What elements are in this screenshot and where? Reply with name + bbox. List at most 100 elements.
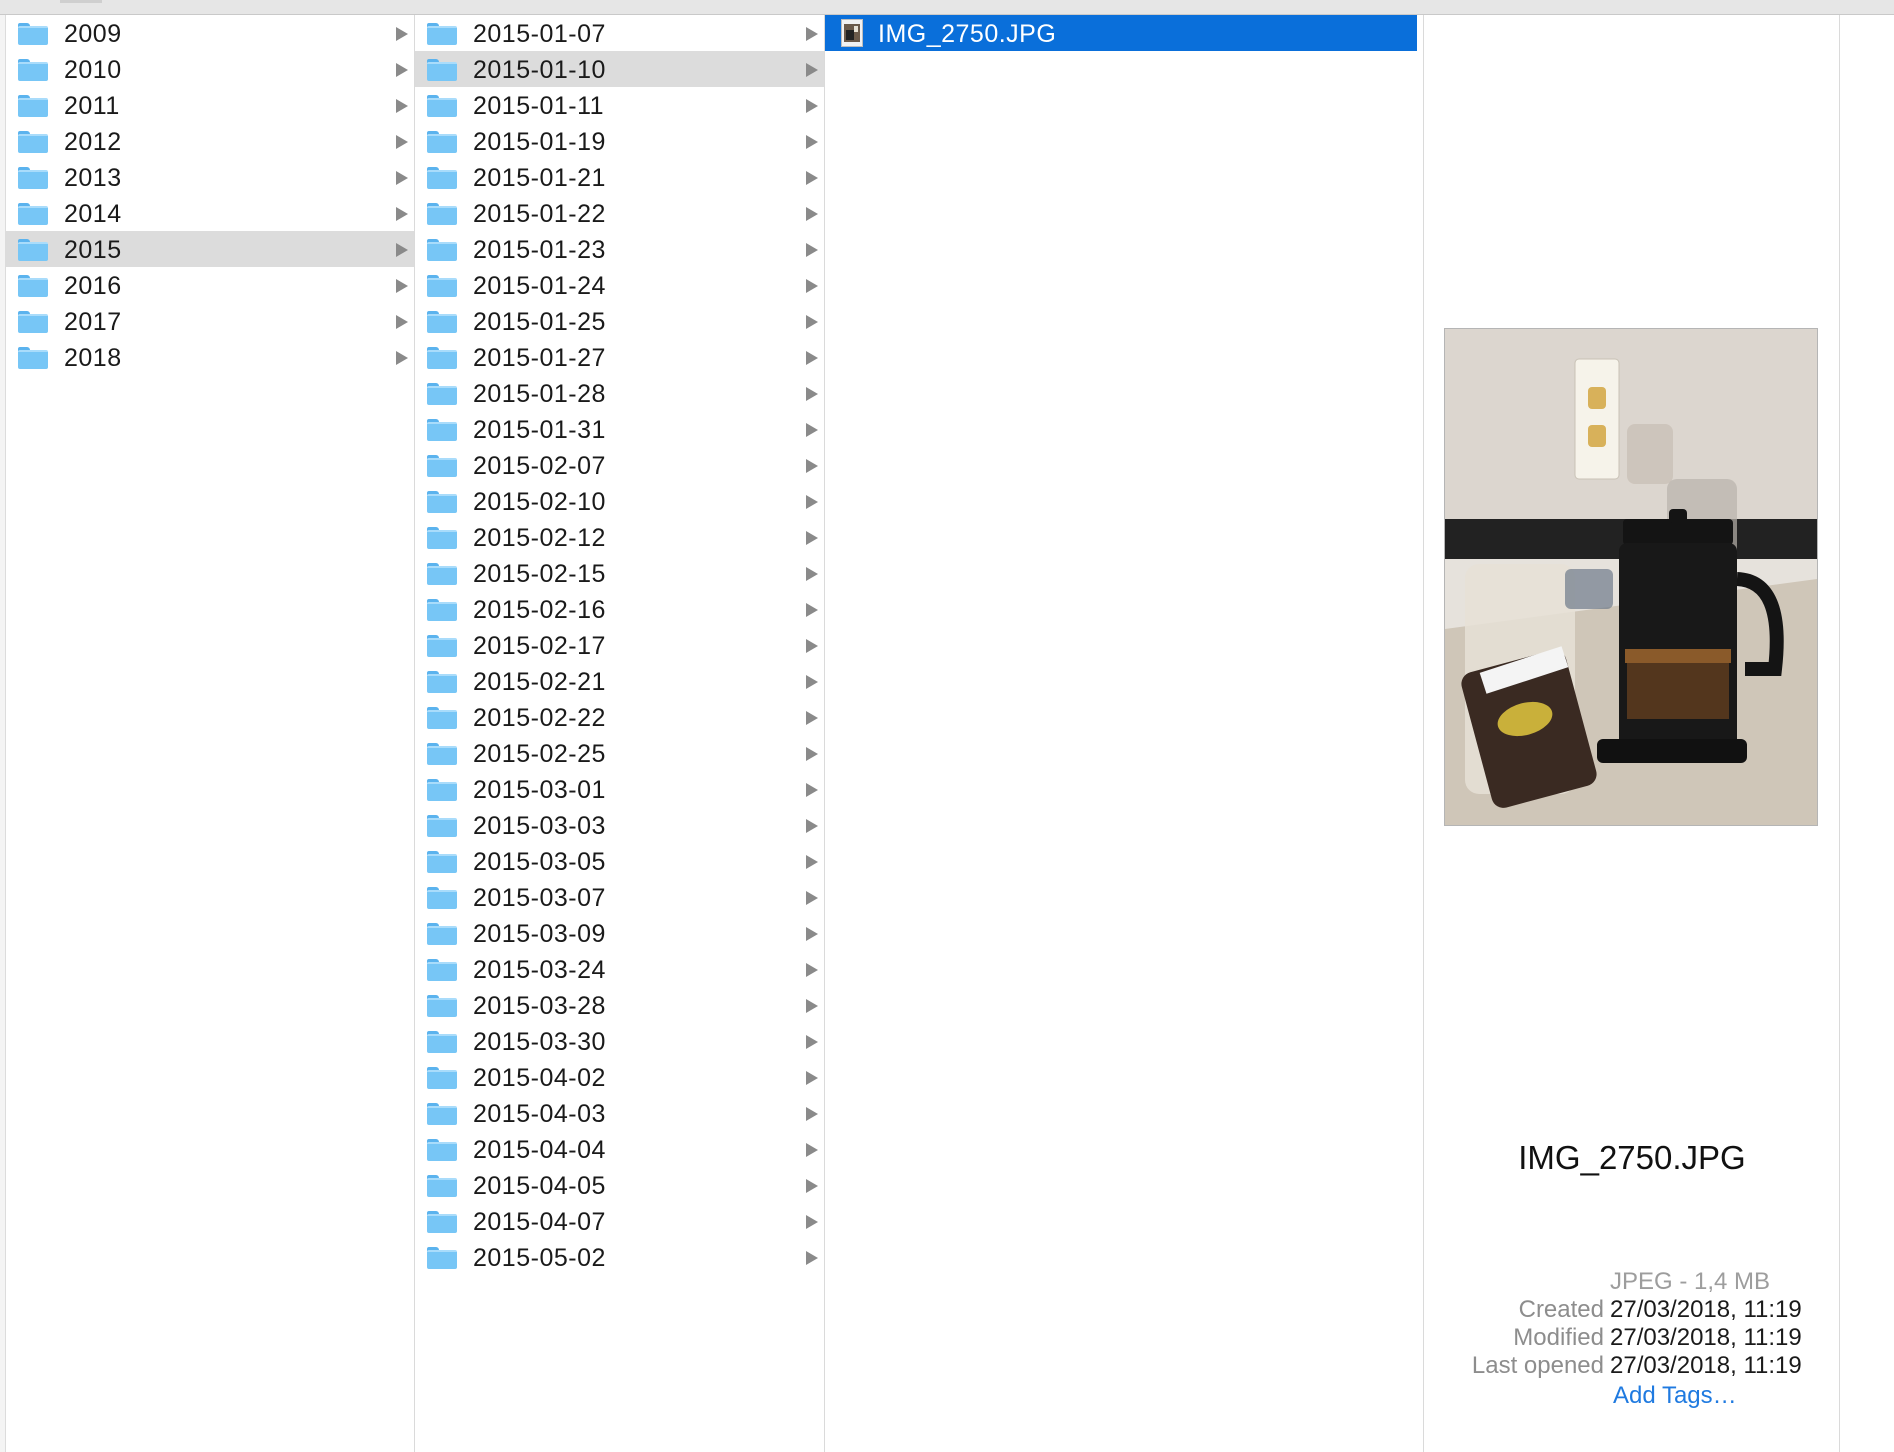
folder-name: 2015-04-07	[473, 1208, 606, 1236]
folder-row[interactable]: 2015	[6, 231, 414, 267]
folder-row[interactable]: 2015-02-15	[415, 555, 824, 591]
folder-icon	[427, 1175, 457, 1197]
folder-icon	[18, 347, 48, 369]
folder-icon	[427, 1247, 457, 1269]
folder-name: 2015-03-01	[473, 776, 606, 804]
folder-row[interactable]: 2015-05-02	[415, 1239, 824, 1275]
folder-icon	[427, 1211, 457, 1233]
meta-modified-value: 27/03/2018, 11:19	[1610, 1324, 1802, 1351]
disclosure-arrow-icon	[806, 99, 818, 113]
image-preview[interactable]	[1444, 328, 1818, 826]
folder-row[interactable]: 2009	[6, 15, 414, 51]
column-dates[interactable]: 2015-01-07 2015-01-10 2015-01-11 2015-01-19…	[415, 15, 825, 1452]
folder-name: 2013	[64, 164, 122, 192]
folder-row[interactable]: 2015-04-05	[415, 1167, 824, 1203]
folder-row[interactable]: 2015-01-23	[415, 231, 824, 267]
folder-row[interactable]: 2014	[6, 195, 414, 231]
preview-file-name: IMG_2750.JPG	[1518, 1139, 1746, 1176]
folder-row[interactable]: 2015-02-07	[415, 447, 824, 483]
folder-row[interactable]: 2015-01-24	[415, 267, 824, 303]
folder-name: 2015-02-25	[473, 740, 606, 768]
file-name: IMG_2750.JPG	[878, 20, 1057, 48]
folder-row[interactable]: 2015-04-03	[415, 1095, 824, 1131]
folder-row[interactable]: 2015-04-07	[415, 1203, 824, 1239]
folder-icon	[427, 707, 457, 729]
folder-name: 2015-01-22	[473, 200, 606, 228]
folder-name: 2015	[64, 236, 122, 264]
folder-row[interactable]: 2017	[6, 303, 414, 339]
folder-row[interactable]: 2015-03-28	[415, 987, 824, 1023]
disclosure-arrow-icon	[806, 1143, 818, 1157]
disclosure-arrow-icon	[806, 27, 818, 41]
folder-name: 2015-01-31	[473, 416, 606, 444]
folder-name: 2017	[64, 308, 122, 336]
meta-last-opened-row: Last opened 27/03/2018, 11:19	[1424, 1352, 1840, 1386]
disclosure-arrow-icon	[806, 135, 818, 149]
folder-icon	[427, 419, 457, 441]
folder-row[interactable]: 2015-02-16	[415, 591, 824, 627]
folder-icon	[18, 275, 48, 297]
folder-row[interactable]: 2015-02-22	[415, 699, 824, 735]
disclosure-arrow-icon	[806, 207, 818, 221]
folder-name: 2015-03-07	[473, 884, 606, 912]
folder-row[interactable]: 2015-03-01	[415, 771, 824, 807]
folder-row[interactable]: 2010	[6, 51, 414, 87]
disclosure-arrow-icon	[806, 63, 818, 77]
folder-row[interactable]: 2015-01-25	[415, 303, 824, 339]
folder-name: 2015-04-05	[473, 1172, 606, 1200]
disclosure-arrow-icon	[396, 135, 408, 149]
folder-icon	[427, 815, 457, 837]
disclosure-arrow-icon	[806, 243, 818, 257]
folder-row[interactable]: 2015-03-30	[415, 1023, 824, 1059]
folder-row[interactable]: 2015-01-07	[415, 15, 824, 51]
folder-row[interactable]: 2015-03-09	[415, 915, 824, 951]
folder-icon	[427, 527, 457, 549]
folder-name: 2015-02-16	[473, 596, 606, 624]
folder-row[interactable]: 2016	[6, 267, 414, 303]
folder-row[interactable]: 2015-03-03	[415, 807, 824, 843]
folder-row[interactable]: 2018	[6, 339, 414, 375]
folder-row[interactable]: 2015-01-11	[415, 87, 824, 123]
folder-row[interactable]: 2015-01-21	[415, 159, 824, 195]
disclosure-arrow-icon	[806, 1071, 818, 1085]
folder-icon	[427, 743, 457, 765]
folder-icon	[427, 851, 457, 873]
folder-row[interactable]: 2015-02-17	[415, 627, 824, 663]
folder-row[interactable]: 2015-02-25	[415, 735, 824, 771]
folder-row[interactable]: 2015-03-05	[415, 843, 824, 879]
folder-name: 2015-03-09	[473, 920, 606, 948]
folder-row[interactable]: 2015-01-10	[415, 51, 824, 87]
disclosure-arrow-icon	[806, 387, 818, 401]
folder-row[interactable]: 2015-03-07	[415, 879, 824, 915]
folder-row[interactable]: 2015-04-04	[415, 1131, 824, 1167]
folder-row[interactable]: 2011	[6, 87, 414, 123]
disclosure-arrow-icon	[396, 207, 408, 221]
disclosure-arrow-icon	[806, 171, 818, 185]
folder-name: 2015-03-28	[473, 992, 606, 1020]
folder-row[interactable]: 2015-03-24	[415, 951, 824, 987]
folder-row[interactable]: 2015-01-28	[415, 375, 824, 411]
folder-name: 2015-01-28	[473, 380, 606, 408]
folder-icon	[427, 275, 457, 297]
folder-row[interactable]: 2013	[6, 159, 414, 195]
disclosure-arrow-icon	[806, 567, 818, 581]
disclosure-arrow-icon	[806, 819, 818, 833]
disclosure-arrow-icon	[396, 171, 408, 185]
folder-row[interactable]: 2012	[6, 123, 414, 159]
folder-row[interactable]: 2015-02-21	[415, 663, 824, 699]
folder-row[interactable]: 2015-01-19	[415, 123, 824, 159]
folder-name: 2015-01-23	[473, 236, 606, 264]
file-row[interactable]: IMG_2750.JPG	[825, 15, 1417, 51]
folder-row[interactable]: 2015-01-22	[415, 195, 824, 231]
column-years[interactable]: 2009 2010 2011 2012 2013 2014 2015 2016 2017 2018	[6, 15, 415, 1452]
folder-row[interactable]: 2015-02-10	[415, 483, 824, 519]
folder-icon	[18, 131, 48, 153]
folder-row[interactable]: 2015-01-27	[415, 339, 824, 375]
column-files[interactable]: IMG_2750.JPG	[825, 15, 1424, 1452]
folder-row[interactable]: 2015-02-12	[415, 519, 824, 555]
folder-name: 2011	[64, 92, 120, 120]
meta-created-value: 27/03/2018, 11:19	[1610, 1296, 1802, 1323]
add-tags-link[interactable]: Add Tags…	[1613, 1382, 1737, 1410]
folder-row[interactable]: 2015-04-02	[415, 1059, 824, 1095]
folder-row[interactable]: 2015-01-31	[415, 411, 824, 447]
